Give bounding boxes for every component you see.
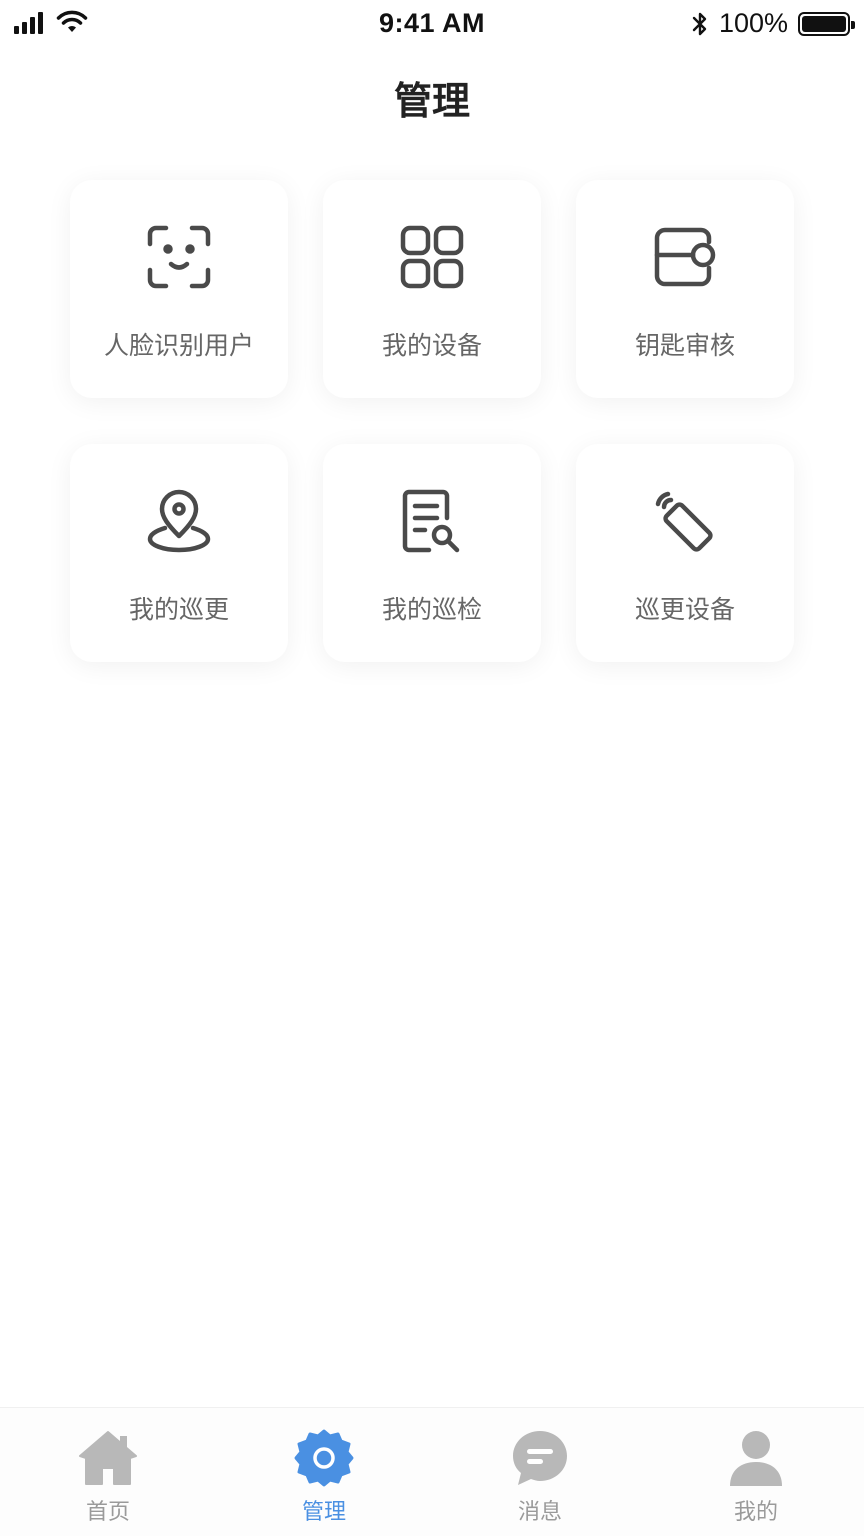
tab-label: 我的 [733, 1500, 778, 1525]
grid-item-face-recognition-users[interactable]: 人脸识别用户 [70, 180, 288, 398]
location-pin-icon [146, 488, 212, 554]
tab-label: 首页 [85, 1500, 130, 1525]
grid-item-label: 人脸识别用户 [103, 331, 254, 360]
grid-item-my-inspection[interactable]: 我的巡检 [323, 444, 541, 662]
battery-percent: 100% [718, 8, 788, 38]
grid-item-label: 我的巡检 [381, 595, 482, 624]
tab-bar: 首页 管理 消息 我的 [0, 1407, 864, 1536]
tab-messages[interactable]: 消息 [432, 1408, 648, 1536]
document-search-icon [399, 488, 465, 554]
page-title: 管理 [393, 79, 470, 123]
user-icon [726, 1428, 786, 1488]
gear-icon [294, 1428, 354, 1488]
grid-item-patrol-devices[interactable]: 巡更设备 [576, 444, 794, 662]
grid-item-my-devices[interactable]: 我的设备 [323, 180, 541, 398]
status-right: 100% [691, 8, 855, 39]
battery-cap [851, 20, 855, 29]
patrol-device-icon [652, 488, 718, 554]
grid-apps-icon [399, 224, 465, 290]
key-card-icon [652, 224, 718, 290]
battery-icon [798, 11, 855, 36]
tab-label: 消息 [517, 1500, 562, 1525]
grid-item-label: 我的巡更 [128, 595, 229, 624]
function-grid: 人脸识别用户 我的设备 钥匙审核 我的巡更 我的巡检 巡更设备 [70, 180, 795, 662]
tab-label: 管理 [301, 1500, 346, 1525]
grid-item-label: 钥匙审核 [634, 331, 735, 360]
grid-item-label: 我的设备 [381, 331, 482, 360]
battery-fill [802, 15, 846, 32]
grid-item-label: 巡更设备 [634, 595, 735, 624]
tab-manage[interactable]: 管理 [216, 1408, 432, 1536]
status-bar: 9:41 AM 100% [0, 0, 864, 48]
bluetooth-icon [691, 10, 709, 38]
grid-item-my-patrol[interactable]: 我的巡更 [70, 444, 288, 662]
tab-mine[interactable]: 我的 [648, 1408, 864, 1536]
face-scan-icon [146, 224, 212, 290]
grid-item-key-review[interactable]: 钥匙审核 [576, 180, 794, 398]
tab-home[interactable]: 首页 [0, 1408, 216, 1536]
chat-bubble-icon [510, 1428, 570, 1488]
home-icon [78, 1428, 138, 1488]
